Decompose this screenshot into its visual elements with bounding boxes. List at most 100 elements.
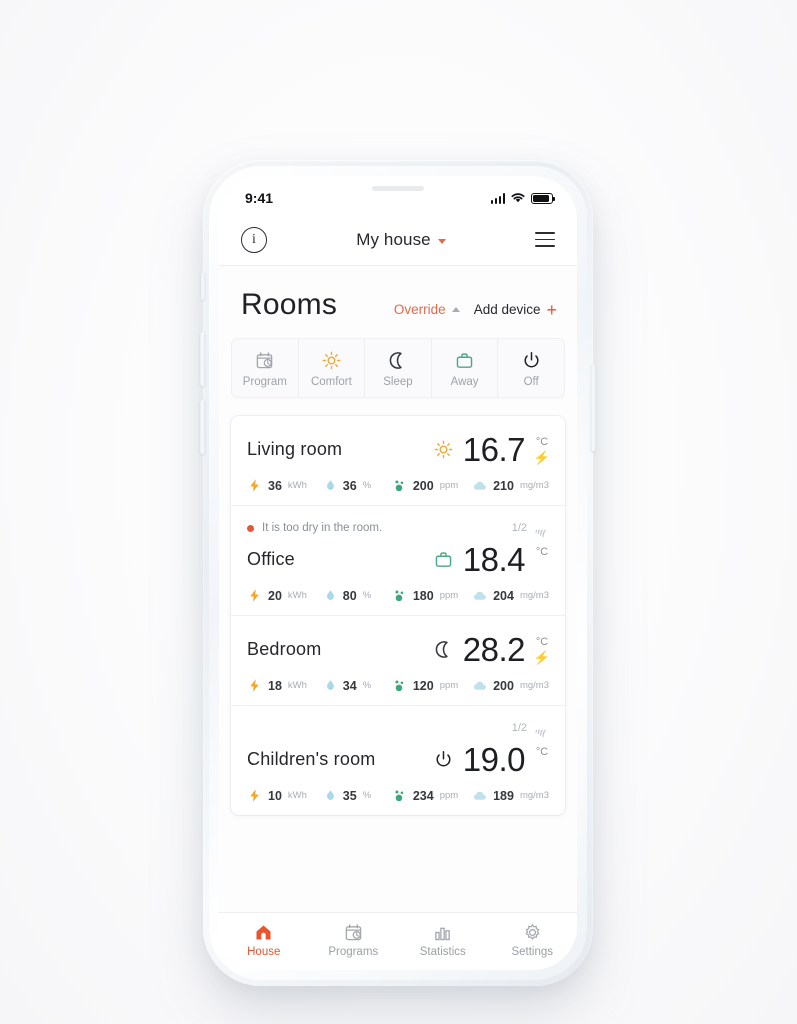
- power-icon: [524, 351, 539, 367]
- room-metrics: 18 kWh 34 % 120 ppm 200 mg/m3: [247, 678, 549, 693]
- tab-label: Statistics: [419, 945, 466, 958]
- phone-device-frame: 9:41 i My house Rooms Override Add devic…: [200, 160, 596, 986]
- metric-unit: kWh: [287, 480, 307, 491]
- tab-statistics[interactable]: Statistics: [398, 913, 488, 966]
- room-row[interactable]: 1/2 Children's room 19.0 °C 10 kWh 35 % …: [231, 706, 565, 815]
- add-device-label: Add device: [473, 302, 541, 317]
- cloud-icon: [474, 481, 486, 490]
- metric-value: 189: [493, 788, 514, 803]
- metric-unit: kWh: [287, 590, 307, 601]
- temperature-value: 19.0: [462, 740, 526, 778]
- droplet-icon: [326, 680, 334, 690]
- room-main: Living room 16.7 °C ⚡: [247, 430, 550, 468]
- status-indicators: [490, 192, 555, 204]
- room-main: Office 18.4 °C: [247, 540, 549, 578]
- earpiece-speaker: [372, 186, 424, 191]
- tab-label: Settings: [511, 945, 554, 958]
- room-row[interactable]: Bedroom 28.2 °C ⚡ 18 kWh 34 % 120 ppm 20…: [231, 616, 565, 706]
- metric-bolt: 36 kWh: [247, 478, 324, 493]
- metric-value: 204: [493, 588, 514, 603]
- metric-value: 34: [342, 678, 357, 693]
- mode-button-comfort[interactable]: Comfort: [299, 339, 366, 397]
- temperature-unit: °C: [535, 545, 549, 558]
- co2-icon: [395, 790, 404, 802]
- tab-icon-wrap: [344, 922, 363, 942]
- droplet-icon: [326, 480, 334, 490]
- droplet-icon: [326, 790, 334, 800]
- metric-value: 36: [342, 478, 357, 493]
- briefcase-icon: [435, 551, 452, 567]
- room-name: Children's room: [247, 748, 376, 769]
- chevron-down-icon: [437, 238, 446, 244]
- metric-unit: %: [362, 790, 372, 801]
- mode-button-away[interactable]: Away: [432, 339, 499, 397]
- metric-unit: mg/m3: [519, 790, 549, 801]
- temperature-unit-group: °C ⚡: [534, 435, 550, 464]
- metric-droplet: 36 %: [324, 479, 392, 493]
- power-icon: [436, 750, 451, 766]
- override-label: Override: [393, 302, 446, 317]
- metric-value: 36: [268, 478, 282, 493]
- mode-icon-wrap: [255, 350, 274, 370]
- app-header: i My house: [219, 214, 577, 266]
- tab-icon-wrap: [254, 922, 273, 942]
- house-selector[interactable]: My house: [356, 230, 446, 250]
- info-icon[interactable]: i: [241, 226, 267, 253]
- metric-co2: 234 ppm: [392, 788, 472, 803]
- bolt-icon: [250, 789, 259, 802]
- hamburger-menu-icon[interactable]: [534, 232, 555, 247]
- metric-bolt: 18 kWh: [247, 678, 324, 693]
- metric-unit: mg/m3: [519, 680, 549, 691]
- override-button[interactable]: Override: [394, 302, 460, 317]
- power-button[interactable]: [591, 365, 596, 451]
- metric-droplet: 35 %: [324, 789, 392, 803]
- mode-button-program[interactable]: Program: [232, 339, 299, 397]
- metric-unit: ppm: [439, 590, 459, 601]
- metric-value: 10: [268, 788, 282, 803]
- tab-programs[interactable]: Programs: [309, 913, 399, 966]
- room-metrics: 20 kWh 80 % 180 ppm 204 mg/m3: [247, 588, 549, 603]
- device-count: 1/2: [511, 522, 527, 534]
- mode-icon-wrap: [322, 350, 341, 370]
- room-row[interactable]: Living room 16.7 °C ⚡ 36 kWh 36 % 200 pp…: [231, 416, 565, 506]
- metric-value: 80: [342, 588, 357, 603]
- mode-label: Comfort: [310, 376, 352, 388]
- info-icon-glyph: i: [252, 231, 256, 247]
- bolt-icon: [250, 679, 259, 692]
- metric-unit: kWh: [287, 790, 307, 801]
- heating-bolt-icon: ⚡: [533, 649, 551, 665]
- gear-icon: [525, 923, 540, 940]
- co2-icon: [395, 480, 404, 492]
- room-status-line: It is too dry in the room. 1/2: [247, 520, 549, 537]
- room-temperature: 16.7 °C ⚡: [434, 433, 550, 466]
- tab-label: House: [247, 945, 281, 958]
- metric-value: 234: [412, 788, 434, 803]
- signal-arcs-icon: [535, 529, 546, 537]
- add-device-button[interactable]: Add device +: [474, 301, 557, 319]
- mute-switch[interactable]: [201, 272, 205, 300]
- bolt-icon: [250, 479, 259, 492]
- volume-up-button[interactable]: [200, 332, 205, 386]
- room-main: Bedroom 28.2 °C ⚡: [247, 630, 551, 668]
- co2-icon: [395, 590, 404, 602]
- metric-value: 120: [412, 678, 434, 693]
- volume-down-button[interactable]: [200, 400, 205, 454]
- calendar-clock-icon: [257, 351, 273, 368]
- mode-label: Off: [523, 376, 539, 388]
- mode-button-off[interactable]: Off: [498, 339, 564, 397]
- phone-screen: 9:41 i My house Rooms Override Add devic…: [219, 176, 577, 970]
- metric-value: 200: [412, 478, 434, 493]
- room-row[interactable]: It is too dry in the room. 1/2 Office 18…: [231, 506, 565, 616]
- calendar-clock-icon: [345, 923, 362, 940]
- tab-house[interactable]: House: [219, 913, 309, 966]
- metric-droplet: 80 %: [324, 589, 392, 603]
- room-main: Children's room 19.0 °C: [247, 740, 549, 778]
- metric-co2: 200 ppm: [392, 478, 472, 493]
- mode-button-sleep[interactable]: Sleep: [365, 339, 432, 397]
- metric-cloud: 210 mg/m3: [472, 478, 549, 493]
- cloud-icon: [474, 681, 486, 690]
- phone-notch: [314, 176, 482, 202]
- moon-icon: [390, 351, 403, 369]
- metric-droplet: 34 %: [324, 679, 392, 693]
- temperature-unit: °C: [535, 435, 549, 448]
